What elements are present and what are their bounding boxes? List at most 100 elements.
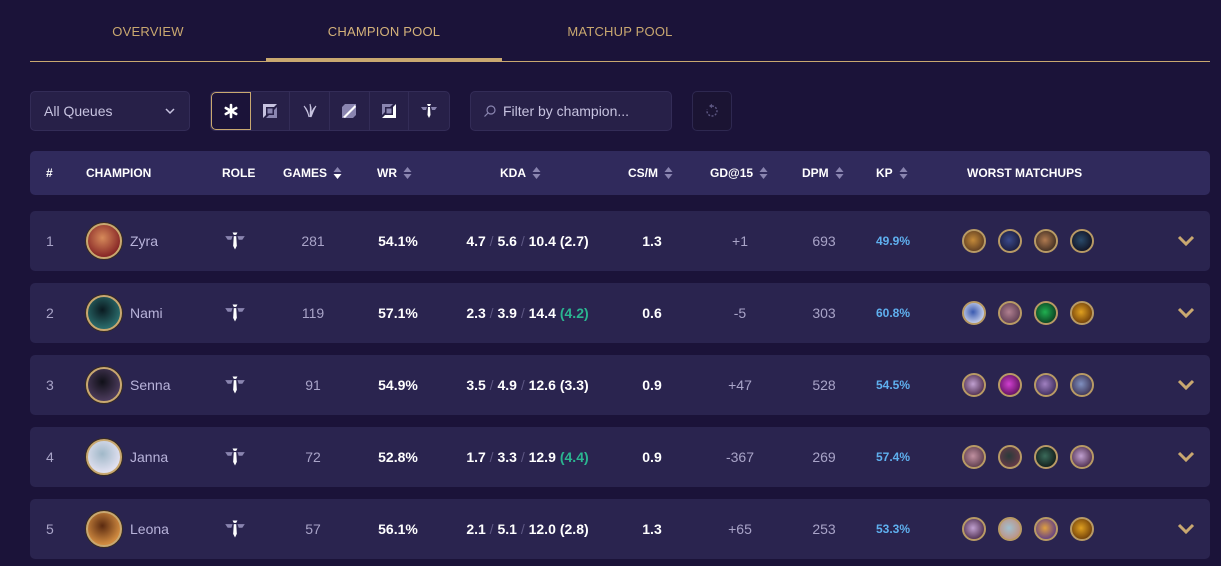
deaths-value: 5.6	[497, 233, 517, 249]
winrate-value: 54.9%	[378, 377, 418, 393]
header-kda-label: KDA	[500, 166, 526, 180]
matchup-champion-icon[interactable]	[1070, 373, 1094, 397]
sort-icon[interactable]	[835, 166, 844, 180]
header-dpm[interactable]: DPM	[802, 151, 844, 195]
matchup-champion-icon[interactable]	[1070, 229, 1094, 253]
table-row[interactable]: 5 Leona 57 56.1% 2.1 / 5.1 / 12.0 (2.8) 1…	[30, 499, 1210, 559]
role-filter-bot[interactable]	[370, 92, 410, 130]
champion-cell[interactable]: Zyra	[86, 211, 158, 271]
expand-row-button[interactable]	[1176, 355, 1196, 415]
tab-overview[interactable]: OVERVIEW	[30, 0, 266, 62]
tab-matchup-pool[interactable]: MATCHUP POOL	[502, 0, 738, 62]
header-kda[interactable]: KDA	[500, 151, 541, 195]
kda-separator: /	[516, 305, 529, 321]
gold-diff-15-value: +65	[728, 521, 752, 537]
kill-participation-value: 53.3%	[875, 522, 911, 536]
table-row[interactable]: 3 Senna 91 54.9% 3.5 / 4.9 / 12.6 (3.3) 0…	[30, 355, 1210, 415]
header-gd15[interactable]: GD@15	[710, 151, 768, 195]
role-filter-top[interactable]	[251, 92, 291, 130]
champion-cell[interactable]: Janna	[86, 427, 168, 487]
matchup-champion-icon[interactable]	[1034, 517, 1058, 541]
sort-icon[interactable]	[403, 166, 412, 180]
queue-select[interactable]: All Queues	[30, 91, 190, 131]
chevron-down-icon	[1177, 379, 1195, 391]
header-wr[interactable]: WR	[377, 151, 412, 195]
expand-row-button[interactable]	[1176, 211, 1196, 271]
expand-row-button[interactable]	[1176, 427, 1196, 487]
champion-name: Zyra	[130, 233, 158, 249]
matchup-champion-icon[interactable]	[962, 517, 986, 541]
kda-value: 2.3 / 3.9 / 14.4 (4.2)	[440, 283, 615, 343]
header-csm[interactable]: CS/M	[628, 151, 673, 195]
matchup-champion-icon[interactable]	[998, 373, 1022, 397]
table-row[interactable]: 1 Zyra 281 54.1% 4.7 / 5.6 / 10.4 (2.7) 1…	[30, 211, 1210, 271]
matchup-champion-icon[interactable]	[962, 229, 986, 253]
chevron-down-icon	[1177, 451, 1195, 463]
tab-champion-pool[interactable]: CHAMPION POOL	[266, 0, 502, 62]
expand-row-button[interactable]	[1176, 283, 1196, 343]
header-games-label: GAMES	[283, 166, 328, 180]
champion-avatar	[86, 367, 122, 403]
role-cell	[223, 283, 247, 343]
kda-ratio: (4.2)	[559, 305, 589, 321]
cs-per-min-value: 0.9	[642, 377, 662, 393]
matchup-champion-icon[interactable]	[998, 229, 1022, 253]
sort-icon[interactable]	[664, 166, 673, 180]
matchup-champion-icon[interactable]	[998, 301, 1022, 325]
matchup-champion-icon[interactable]	[1034, 445, 1058, 469]
header-role: ROLE	[222, 151, 255, 195]
kda-separator: /	[485, 521, 498, 537]
reset-filters-button[interactable]	[692, 91, 732, 131]
header-wr-label: WR	[377, 166, 397, 180]
chevron-down-icon	[165, 108, 175, 115]
matchup-champion-icon[interactable]	[1034, 373, 1058, 397]
header-games[interactable]: GAMES	[283, 151, 342, 195]
matchup-champion-icon[interactable]	[962, 445, 986, 469]
expand-row-button[interactable]	[1176, 499, 1196, 559]
sort-icon[interactable]	[532, 166, 541, 180]
assists-value: 12.6	[528, 377, 556, 393]
dpm-value: 269	[812, 449, 836, 465]
sort-icon[interactable]	[759, 166, 768, 180]
champion-name: Leona	[130, 521, 169, 537]
kill-participation-value: 57.4%	[875, 450, 911, 464]
champion-cell[interactable]: Leona	[86, 499, 169, 559]
matchup-champion-icon[interactable]	[962, 373, 986, 397]
role-filter-mid[interactable]	[330, 92, 370, 130]
kda-ratio: (3.3)	[559, 377, 589, 393]
kills-value: 3.5	[466, 377, 486, 393]
deaths-value: 4.9	[497, 377, 517, 393]
table-row[interactable]: 2 Nami 119 57.1% 2.3 / 3.9 / 14.4 (4.2) 0…	[30, 283, 1210, 343]
games-value: 281	[301, 233, 325, 249]
matchup-champion-icon[interactable]	[1070, 517, 1094, 541]
champion-cell[interactable]: Nami	[86, 283, 163, 343]
matchup-champion-icon[interactable]	[1070, 445, 1094, 469]
matchup-champion-icon[interactable]	[962, 301, 986, 325]
kill-participation-value: 54.5%	[875, 378, 911, 392]
champion-search-input[interactable]	[503, 103, 663, 119]
sort-icon[interactable]	[899, 166, 908, 180]
matchup-champion-icon[interactable]	[1070, 301, 1094, 325]
row-rank: 3	[46, 377, 54, 393]
matchup-champion-icon[interactable]	[998, 445, 1022, 469]
cs-per-min-value: 0.9	[642, 449, 662, 465]
header-worst-matchups: WORST MATCHUPS	[967, 151, 1082, 195]
role-filter-support[interactable]	[409, 92, 449, 130]
matchup-champion-icon[interactable]	[1034, 229, 1058, 253]
header-kp[interactable]: KP	[876, 151, 908, 195]
champion-cell[interactable]: Senna	[86, 355, 170, 415]
role-filter-jungle[interactable]	[290, 92, 331, 130]
sort-desc-icon[interactable]	[333, 166, 342, 180]
role-filter-all[interactable]	[211, 92, 251, 130]
matchup-champion-icon[interactable]	[998, 517, 1022, 541]
dpm-value: 528	[812, 377, 836, 393]
kda-value: 4.7 / 5.6 / 10.4 (2.7)	[440, 211, 615, 271]
matchup-champion-icon[interactable]	[1034, 301, 1058, 325]
role-cell	[223, 499, 247, 559]
table-row[interactable]: 4 Janna 72 52.8% 1.7 / 3.3 / 12.9 (4.4) 0…	[30, 427, 1210, 487]
deaths-value: 3.3	[497, 449, 517, 465]
tab-bar: OVERVIEW CHAMPION POOL MATCHUP POOL	[30, 0, 1210, 62]
assists-value: 10.4	[528, 233, 556, 249]
winrate-value: 56.1%	[378, 521, 418, 537]
kda-separator: /	[485, 233, 498, 249]
